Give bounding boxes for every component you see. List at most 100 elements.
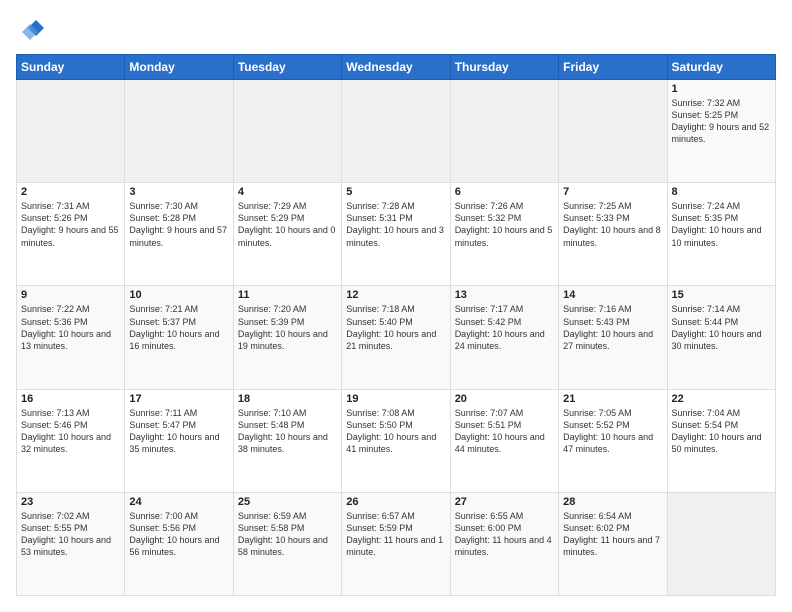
weekday-header-thursday: Thursday <box>450 55 558 80</box>
day-info: Sunrise: 7:18 AM Sunset: 5:40 PM Dayligh… <box>346 303 445 352</box>
day-info: Sunrise: 7:29 AM Sunset: 5:29 PM Dayligh… <box>238 200 337 249</box>
day-info: Sunrise: 7:30 AM Sunset: 5:28 PM Dayligh… <box>129 200 228 249</box>
day-info: Sunrise: 7:08 AM Sunset: 5:50 PM Dayligh… <box>346 407 445 456</box>
day-info: Sunrise: 7:11 AM Sunset: 5:47 PM Dayligh… <box>129 407 228 456</box>
day-number: 27 <box>455 496 554 508</box>
day-info: Sunrise: 7:07 AM Sunset: 5:51 PM Dayligh… <box>455 407 554 456</box>
day-number: 4 <box>238 186 337 198</box>
day-number: 14 <box>563 289 662 301</box>
day-number: 11 <box>238 289 337 301</box>
day-info: Sunrise: 7:17 AM Sunset: 5:42 PM Dayligh… <box>455 303 554 352</box>
calendar-cell: 9 Sunrise: 7:22 AM Sunset: 5:36 PM Daylig… <box>17 286 125 389</box>
day-number: 24 <box>129 496 228 508</box>
day-info: Sunrise: 7:21 AM Sunset: 5:37 PM Dayligh… <box>129 303 228 352</box>
weekday-header-row: SundayMondayTuesdayWednesdayThursdayFrid… <box>17 55 776 80</box>
day-number: 10 <box>129 289 228 301</box>
day-number: 21 <box>563 393 662 405</box>
day-number: 9 <box>21 289 120 301</box>
day-number: 26 <box>346 496 445 508</box>
day-number: 16 <box>21 393 120 405</box>
day-info: Sunrise: 6:55 AM Sunset: 6:00 PM Dayligh… <box>455 510 554 559</box>
calendar-week-row: 23 Sunrise: 7:02 AM Sunset: 5:55 PM Dayli… <box>17 492 776 595</box>
header <box>16 16 776 44</box>
calendar-cell: 17 Sunrise: 7:11 AM Sunset: 5:47 PM Dayli… <box>125 389 233 492</box>
day-number: 19 <box>346 393 445 405</box>
calendar-cell: 28 Sunrise: 6:54 AM Sunset: 6:02 PM Dayli… <box>559 492 667 595</box>
day-info: Sunrise: 7:22 AM Sunset: 5:36 PM Dayligh… <box>21 303 120 352</box>
day-info: Sunrise: 7:28 AM Sunset: 5:31 PM Dayligh… <box>346 200 445 249</box>
weekday-header-friday: Friday <box>559 55 667 80</box>
calendar-cell: 19 Sunrise: 7:08 AM Sunset: 5:50 PM Dayli… <box>342 389 450 492</box>
calendar-cell: 4 Sunrise: 7:29 AM Sunset: 5:29 PM Daylig… <box>233 183 341 286</box>
day-number: 6 <box>455 186 554 198</box>
calendar-cell: 3 Sunrise: 7:30 AM Sunset: 5:28 PM Daylig… <box>125 183 233 286</box>
calendar-cell: 5 Sunrise: 7:28 AM Sunset: 5:31 PM Daylig… <box>342 183 450 286</box>
day-info: Sunrise: 7:00 AM Sunset: 5:56 PM Dayligh… <box>129 510 228 559</box>
day-number: 17 <box>129 393 228 405</box>
day-info: Sunrise: 6:54 AM Sunset: 6:02 PM Dayligh… <box>563 510 662 559</box>
calendar-week-row: 2 Sunrise: 7:31 AM Sunset: 5:26 PM Daylig… <box>17 183 776 286</box>
calendar-cell: 2 Sunrise: 7:31 AM Sunset: 5:26 PM Daylig… <box>17 183 125 286</box>
calendar-cell: 10 Sunrise: 7:21 AM Sunset: 5:37 PM Dayli… <box>125 286 233 389</box>
calendar-cell: 21 Sunrise: 7:05 AM Sunset: 5:52 PM Dayli… <box>559 389 667 492</box>
day-info: Sunrise: 7:02 AM Sunset: 5:55 PM Dayligh… <box>21 510 120 559</box>
weekday-header-wednesday: Wednesday <box>342 55 450 80</box>
day-info: Sunrise: 7:31 AM Sunset: 5:26 PM Dayligh… <box>21 200 120 249</box>
calendar-cell: 26 Sunrise: 6:57 AM Sunset: 5:59 PM Dayli… <box>342 492 450 595</box>
day-number: 8 <box>672 186 771 198</box>
calendar-cell <box>559 80 667 183</box>
calendar-cell: 20 Sunrise: 7:07 AM Sunset: 5:51 PM Dayli… <box>450 389 558 492</box>
day-info: Sunrise: 7:25 AM Sunset: 5:33 PM Dayligh… <box>563 200 662 249</box>
day-number: 20 <box>455 393 554 405</box>
day-number: 1 <box>672 83 771 95</box>
calendar-cell <box>667 492 775 595</box>
day-number: 25 <box>238 496 337 508</box>
calendar-cell: 1Sunrise: 7:32 AM Sunset: 5:25 PM Daylig… <box>667 80 775 183</box>
weekday-header-saturday: Saturday <box>667 55 775 80</box>
day-number: 13 <box>455 289 554 301</box>
weekday-header-monday: Monday <box>125 55 233 80</box>
day-info: Sunrise: 7:26 AM Sunset: 5:32 PM Dayligh… <box>455 200 554 249</box>
calendar-cell <box>342 80 450 183</box>
calendar-cell: 25 Sunrise: 6:59 AM Sunset: 5:58 PM Dayli… <box>233 492 341 595</box>
calendar-week-row: 16 Sunrise: 7:13 AM Sunset: 5:46 PM Dayli… <box>17 389 776 492</box>
day-info: Sunrise: 7:24 AM Sunset: 5:35 PM Dayligh… <box>672 200 771 249</box>
weekday-header-sunday: Sunday <box>17 55 125 80</box>
day-number: 2 <box>21 186 120 198</box>
calendar-week-row: 9 Sunrise: 7:22 AM Sunset: 5:36 PM Daylig… <box>17 286 776 389</box>
calendar-cell <box>17 80 125 183</box>
calendar-cell: 14 Sunrise: 7:16 AM Sunset: 5:43 PM Dayli… <box>559 286 667 389</box>
calendar-cell <box>233 80 341 183</box>
day-number: 28 <box>563 496 662 508</box>
calendar-cell: 15Sunrise: 7:14 AM Sunset: 5:44 PM Dayli… <box>667 286 775 389</box>
calendar-cell: 27 Sunrise: 6:55 AM Sunset: 6:00 PM Dayli… <box>450 492 558 595</box>
calendar-table: SundayMondayTuesdayWednesdayThursdayFrid… <box>16 54 776 596</box>
day-number: 18 <box>238 393 337 405</box>
day-info: Sunrise: 7:05 AM Sunset: 5:52 PM Dayligh… <box>563 407 662 456</box>
day-info: Sunrise: 7:10 AM Sunset: 5:48 PM Dayligh… <box>238 407 337 456</box>
calendar-cell: 22Sunrise: 7:04 AM Sunset: 5:54 PM Dayli… <box>667 389 775 492</box>
calendar-cell: 6 Sunrise: 7:26 AM Sunset: 5:32 PM Daylig… <box>450 183 558 286</box>
day-info: Sunrise: 6:57 AM Sunset: 5:59 PM Dayligh… <box>346 510 445 559</box>
day-number: 22 <box>672 393 771 405</box>
day-number: 23 <box>21 496 120 508</box>
calendar-cell: 11Sunrise: 7:20 AM Sunset: 5:39 PM Dayli… <box>233 286 341 389</box>
calendar-cell <box>450 80 558 183</box>
page: SundayMondayTuesdayWednesdayThursdayFrid… <box>0 0 792 612</box>
calendar-cell: 23 Sunrise: 7:02 AM Sunset: 5:55 PM Dayli… <box>17 492 125 595</box>
calendar-cell <box>125 80 233 183</box>
day-number: 3 <box>129 186 228 198</box>
day-number: 5 <box>346 186 445 198</box>
calendar-cell: 16 Sunrise: 7:13 AM Sunset: 5:46 PM Dayli… <box>17 389 125 492</box>
day-info: Sunrise: 6:59 AM Sunset: 5:58 PM Dayligh… <box>238 510 337 559</box>
calendar-cell: 12Sunrise: 7:18 AM Sunset: 5:40 PM Dayli… <box>342 286 450 389</box>
logo-icon <box>16 16 44 44</box>
day-info: Sunrise: 7:13 AM Sunset: 5:46 PM Dayligh… <box>21 407 120 456</box>
day-number: 15 <box>672 289 771 301</box>
calendar-cell: 13 Sunrise: 7:17 AM Sunset: 5:42 PM Dayli… <box>450 286 558 389</box>
calendar-cell: 24 Sunrise: 7:00 AM Sunset: 5:56 PM Dayli… <box>125 492 233 595</box>
weekday-header-tuesday: Tuesday <box>233 55 341 80</box>
logo <box>16 16 48 44</box>
day-info: Sunrise: 7:16 AM Sunset: 5:43 PM Dayligh… <box>563 303 662 352</box>
calendar-cell: 18 Sunrise: 7:10 AM Sunset: 5:48 PM Dayli… <box>233 389 341 492</box>
